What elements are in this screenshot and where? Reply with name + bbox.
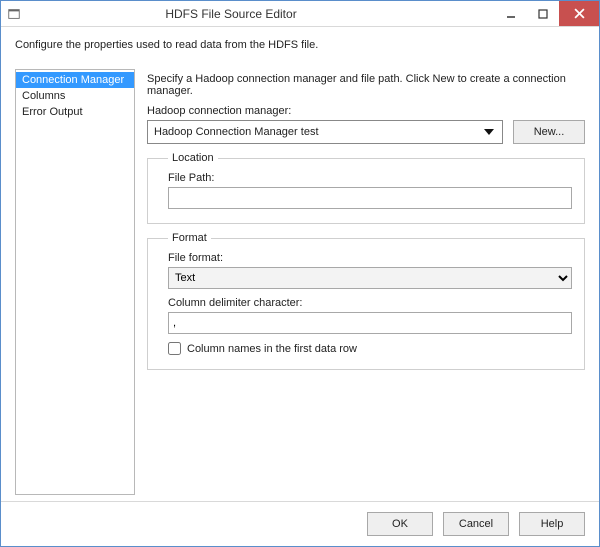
minimize-icon	[506, 9, 516, 19]
new-button[interactable]: New...	[513, 120, 585, 144]
ok-button-label: OK	[392, 518, 408, 530]
sidebar-item-error-output[interactable]: Error Output	[16, 104, 134, 120]
window-buttons	[495, 1, 599, 26]
sidebar-item-columns[interactable]: Columns	[16, 88, 134, 104]
file-path-label: File Path:	[168, 172, 572, 184]
cancel-button[interactable]: Cancel	[443, 512, 509, 536]
new-button-label: New...	[534, 126, 565, 138]
conn-manager-label: Hadoop connection manager:	[147, 105, 585, 117]
format-legend: Format	[168, 232, 211, 244]
file-format-select[interactable]: Text	[168, 267, 572, 289]
dialog-footer: OK Cancel Help	[1, 501, 599, 546]
file-format-label: File format:	[168, 252, 572, 264]
instruction-text: Specify a Hadoop connection manager and …	[147, 73, 585, 97]
window-title: HDFS File Source Editor	[0, 7, 495, 21]
sidebar-item-label: Connection Manager	[22, 74, 124, 86]
close-button[interactable]	[559, 1, 599, 26]
ok-button[interactable]: OK	[367, 512, 433, 536]
sidebar-item-label: Error Output	[22, 106, 83, 118]
sidebar-item-label: Columns	[22, 90, 65, 102]
dialog-body: Connection Manager Columns Error Output …	[1, 61, 599, 501]
titlebar: HDFS File Source Editor	[1, 1, 599, 27]
help-button-label: Help	[541, 518, 564, 530]
cancel-button-label: Cancel	[459, 518, 493, 530]
chevron-down-icon	[480, 123, 498, 141]
first-row-label: Column names in the first data row	[187, 343, 357, 355]
location-legend: Location	[168, 152, 218, 164]
description-text: Configure the properties used to read da…	[1, 27, 599, 61]
close-icon	[574, 8, 585, 19]
conn-manager-dropdown[interactable]: Hadoop Connection Manager test	[147, 120, 503, 144]
delimiter-label: Column delimiter character:	[168, 297, 572, 309]
main-panel: Specify a Hadoop connection manager and …	[147, 69, 585, 495]
file-path-input[interactable]	[168, 187, 572, 209]
delimiter-input[interactable]	[168, 312, 572, 334]
maximize-icon	[538, 9, 548, 19]
format-group: Format File format: Text Column delimite…	[147, 232, 585, 370]
page-list: Connection Manager Columns Error Output	[15, 69, 135, 495]
location-group: Location File Path:	[147, 152, 585, 224]
minimize-button[interactable]	[495, 1, 527, 26]
help-button[interactable]: Help	[519, 512, 585, 536]
editor-window: HDFS File Source Editor Configure the pr…	[0, 0, 600, 547]
first-row-checkbox[interactable]	[168, 342, 181, 355]
conn-manager-value: Hadoop Connection Manager test	[154, 126, 319, 138]
sidebar-item-connection-manager[interactable]: Connection Manager	[16, 72, 134, 88]
maximize-button[interactable]	[527, 1, 559, 26]
